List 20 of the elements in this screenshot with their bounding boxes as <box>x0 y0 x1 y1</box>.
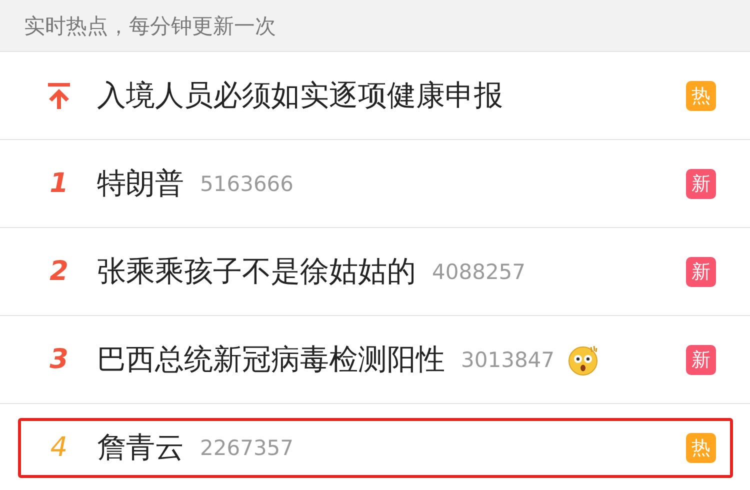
hot-badge: 热 <box>686 432 716 462</box>
rank-number: 3 <box>50 344 68 375</box>
search-count: 2267357 <box>200 436 294 460</box>
search-count: 4088257 <box>432 260 526 284</box>
topic-title[interactable]: 张乘乘孩子不是徐姑姑的 <box>97 252 416 292</box>
rank-number: 1 <box>50 168 68 199</box>
rank-number: 2 <box>50 256 68 287</box>
topic-title[interactable]: 特朗普 <box>97 164 184 204</box>
new-badge: 新 <box>686 168 716 198</box>
pin-top-icon <box>47 82 71 108</box>
new-badge: 新 <box>686 344 716 374</box>
hot-badge: 热 <box>686 80 716 110</box>
search-count: 5163666 <box>200 172 294 196</box>
header-text: 实时热点，每分钟更新一次 <box>24 12 276 40</box>
new-badge: 新 <box>686 256 716 286</box>
search-count: 3013847 <box>461 348 555 372</box>
topic-title[interactable]: 入境人员必须如实逐项健康申报 <box>97 76 503 116</box>
rank-number: 4 <box>50 432 68 463</box>
topic-title[interactable]: 詹青云 <box>97 428 184 468</box>
topic-title[interactable]: 巴西总统新冠病毒检测阳性 <box>97 340 445 380</box>
